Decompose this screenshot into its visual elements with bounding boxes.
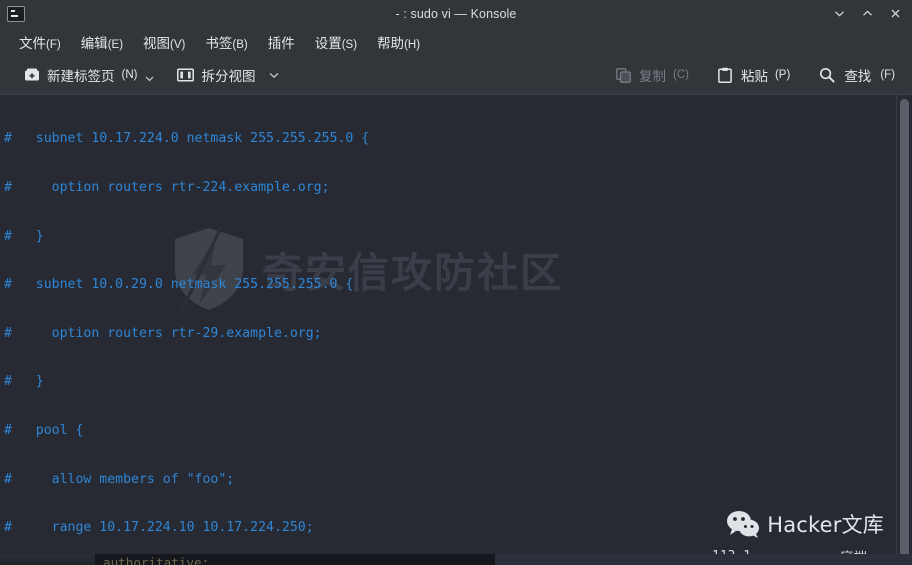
menu-plugins[interactable]: 插件 xyxy=(259,29,304,55)
menu-plugins-label: 插件 xyxy=(267,36,295,51)
menu-settings[interactable]: 设置(S) xyxy=(306,29,366,55)
paste-label: 粘贴 xyxy=(740,69,768,84)
terminal-line: # } xyxy=(4,228,44,244)
menu-help-label: 帮助 xyxy=(377,36,405,51)
new-tab-button[interactable]: 新建标签页 (N) xyxy=(16,61,144,89)
split-view-button[interactable]: 拆分视图 xyxy=(170,61,269,89)
menu-settings-label: 设置 xyxy=(314,36,342,51)
menu-help-mnemonic: (H) xyxy=(404,39,421,51)
scrollbar-thumb[interactable] xyxy=(900,99,909,559)
copy-mnemonic: (C) xyxy=(673,69,689,81)
terminal-area: 奇安信攻防社区 # subnet 10.17.224.0 netmask 255… xyxy=(0,94,912,565)
terminal-icon xyxy=(7,5,25,22)
find-label: 查找 xyxy=(844,69,872,84)
terminal-line: # option routers rtr-224.example.org; xyxy=(4,180,330,195)
vertical-scrollbar[interactable] xyxy=(896,95,912,565)
toolbar: 新建标签页 (N) 拆分视图 复制 (C) 粘贴 (P) 查找 (F) xyxy=(0,56,912,94)
split-view-chevron-down-icon[interactable] xyxy=(267,68,281,82)
terminal-line: # option routers rtr-29.example.org; xyxy=(4,325,322,341)
split-view-icon xyxy=(177,67,195,84)
new-tab-chevron-down-icon[interactable] xyxy=(142,71,156,85)
new-tab-icon xyxy=(23,67,40,84)
menu-view-mnemonic: (V) xyxy=(170,39,186,51)
terminal-line: # pool { xyxy=(4,422,84,438)
menu-edit[interactable]: 编辑(E) xyxy=(72,29,132,55)
split-view-label: 拆分视图 xyxy=(201,69,256,84)
menu-bookmarks-mnemonic: (B) xyxy=(232,39,248,51)
find-button[interactable]: 查找 (F) xyxy=(811,61,902,89)
konsole-window: - : sudo vi — Konsole 文件(F) 编辑(E) 视图(V) … xyxy=(0,0,912,565)
find-mnemonic: (F) xyxy=(880,69,895,81)
menu-edit-mnemonic: (E) xyxy=(107,39,124,51)
terminal-line: # allow members of "foo"; xyxy=(4,471,235,487)
chevron-up-icon[interactable] xyxy=(854,2,880,26)
window-controls xyxy=(826,2,908,26)
terminal-text[interactable]: # subnet 10.17.224.0 netmask 255.255.255… xyxy=(0,95,896,565)
title-bar: - : sudo vi — Konsole xyxy=(0,0,912,28)
menu-view[interactable]: 视图(V) xyxy=(134,29,194,55)
menu-file-label: 文件 xyxy=(19,36,46,51)
terminal-line: # range 10.17.224.10 10.17.224.250; xyxy=(4,520,314,536)
terminal-line: # } xyxy=(4,374,44,390)
chevron-down-icon[interactable] xyxy=(826,2,852,26)
paste-button[interactable]: 粘贴 (P) xyxy=(710,61,797,89)
menu-help[interactable]: 帮助(H) xyxy=(368,29,429,55)
new-tab-group: 新建标签页 (N) xyxy=(16,61,156,89)
menu-file[interactable]: 文件(F) xyxy=(10,29,70,55)
window-title: - : sudo vi — Konsole xyxy=(395,6,517,21)
copy-button[interactable]: 复制 (C) xyxy=(608,61,696,89)
menu-bookmarks-label: 书签 xyxy=(205,36,233,51)
menu-bar: 文件(F) 编辑(E) 视图(V) 书签(B) 插件 设置(S) 帮助(H) xyxy=(0,28,912,56)
menu-bookmarks[interactable]: 书签(B) xyxy=(196,29,256,55)
menu-file-mnemonic: (F) xyxy=(46,39,61,51)
copy-label: 复制 xyxy=(639,69,666,84)
terminal-line: # subnet 10.0.29.0 netmask 255.255.255.0… xyxy=(4,277,354,293)
new-tab-label: 新建标签页 xyxy=(47,69,115,84)
paste-mnemonic: (P) xyxy=(774,69,791,81)
new-tab-mnemonic: (N) xyxy=(121,69,138,81)
close-icon[interactable] xyxy=(882,2,908,26)
split-view-group: 拆分视图 xyxy=(170,61,281,89)
copy-icon xyxy=(615,67,632,84)
menu-view-label: 视图 xyxy=(143,36,171,51)
paste-icon xyxy=(717,67,734,84)
menu-edit-label: 编辑 xyxy=(80,36,108,51)
menu-settings-mnemonic: (S) xyxy=(341,39,358,51)
terminal-line: # subnet 10.17.224.0 netmask 255.255.255… xyxy=(4,131,370,147)
search-icon xyxy=(818,67,835,84)
